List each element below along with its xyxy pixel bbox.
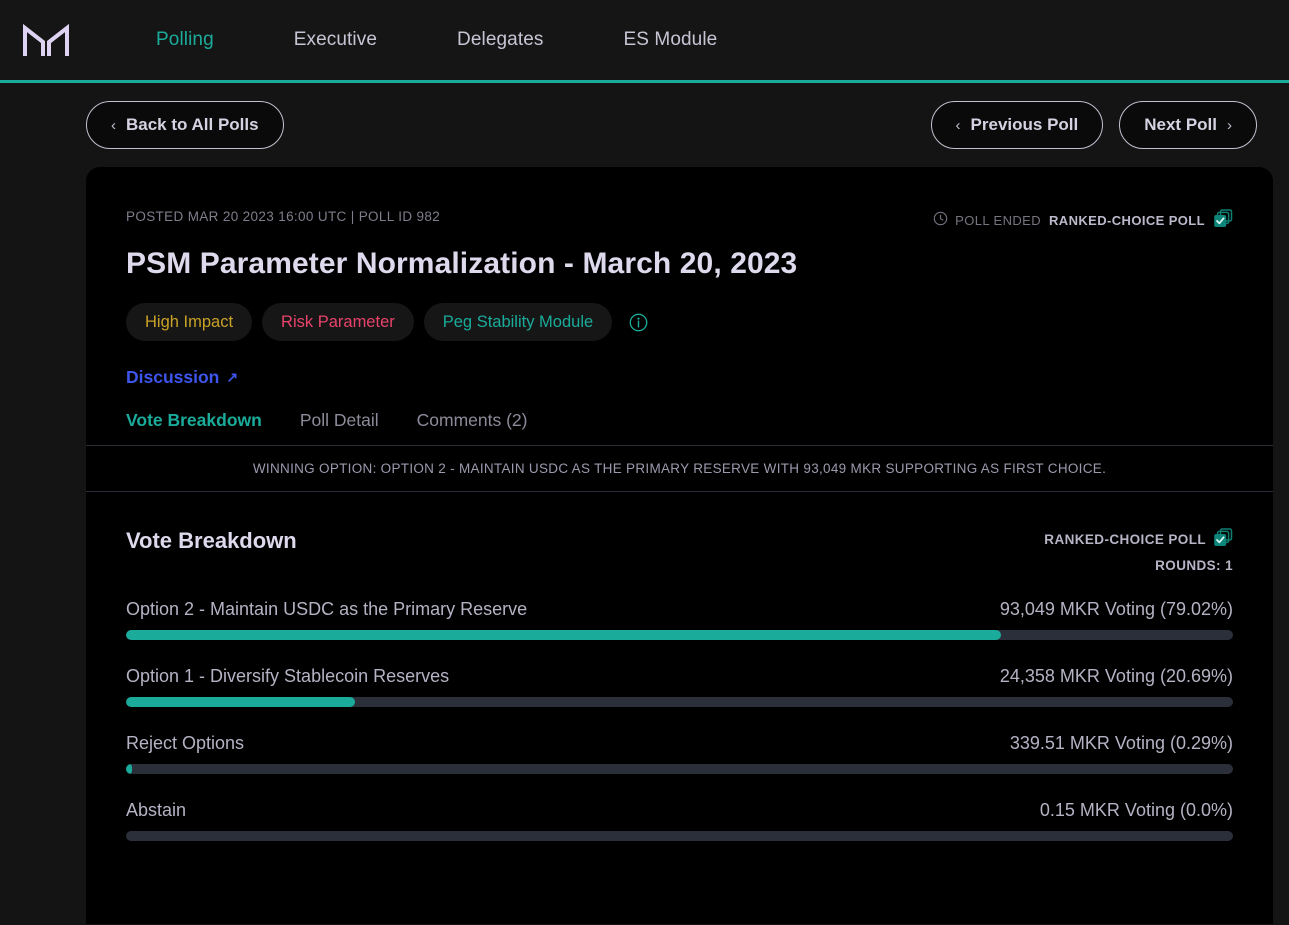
vote-option-labels: Reject Options 339.51 MKR Voting (0.29%) [126,733,1233,754]
vote-option-bar-track [126,630,1233,640]
maker-logo[interactable] [20,18,72,62]
vote-option-bar-track [126,697,1233,707]
previous-poll-button[interactable]: ‹ Previous Poll [931,101,1104,149]
poll-tag-high-impact[interactable]: High Impact [126,303,252,341]
vote-option-name: Reject Options [126,733,244,754]
poll-navigation-row: ‹ Back to All Polls ‹ Previous Poll Next… [0,83,1289,167]
winning-option-banner: WINNING OPTION: OPTION 2 - MAINTAIN USDC… [86,446,1273,492]
poll-posted-meta: POSTED MAR 20 2023 16:00 UTC | POLL ID 9… [126,209,440,224]
ranked-choice-poll-label: RANKED-CHOICE POLL [1044,532,1206,547]
vote-option-name: Option 2 - Maintain USDC as the Primary … [126,599,527,620]
vote-option-row: Reject Options 339.51 MKR Voting (0.29%) [126,733,1233,774]
poll-title: PSM Parameter Normalization - March 20, … [126,247,1233,281]
info-icon[interactable] [628,312,649,333]
chevron-right-icon: › [1227,117,1232,134]
vote-option-bar-fill [126,630,1001,640]
vote-breakdown-title: Vote Breakdown [126,528,297,554]
clock-icon [933,211,948,229]
vote-breakdown-meta: RANKED-CHOICE POLL ROUNDS: 1 [1044,528,1233,573]
back-to-all-polls-button[interactable]: ‹ Back to All Polls [86,101,284,149]
vote-option-name: Abstain [126,800,186,821]
ranked-choice-stacked-cards-icon [1213,528,1233,550]
discussion-link[interactable]: Discussion ↗ [126,367,238,388]
chevron-left-icon: ‹ [111,117,116,134]
poll-meta-row: POSTED MAR 20 2023 16:00 UTC | POLL ID 9… [126,209,1233,231]
poll-ended-label: POLL ENDED [955,213,1041,228]
vote-breakdown-type: RANKED-CHOICE POLL [1044,528,1233,550]
poll-tag-label: Peg Stability Module [443,313,593,332]
tab-poll-detail[interactable]: Poll Detail [300,410,379,445]
poll-tag-label: High Impact [145,313,233,332]
vote-option-bar-track [126,764,1233,774]
vote-option-bar-fill [126,764,132,774]
external-link-arrow-icon: ↗ [226,369,238,386]
poll-tag-risk-parameter[interactable]: Risk Parameter [262,303,414,341]
nav-link-polling[interactable]: Polling [116,29,254,51]
poll-header-section: POSTED MAR 20 2023 16:00 UTC | POLL ID 9… [86,167,1273,445]
vote-option-labels: Abstain 0.15 MKR Voting (0.0%) [126,800,1233,821]
vote-option-bar-fill [126,697,355,707]
discussion-label: Discussion [126,367,219,388]
vote-option-value: 339.51 MKR Voting (0.29%) [1010,733,1233,754]
vote-option-row: Option 1 - Diversify Stablecoin Reserves… [126,666,1233,707]
tab-comments[interactable]: Comments (2) [417,410,528,445]
poll-status-group: POLL ENDED RANKED-CHOICE POLL [933,209,1233,231]
vote-option-bar-track [126,831,1233,841]
poll-tag-list: High Impact Risk Parameter Peg Stability… [126,303,1233,341]
tab-vote-breakdown[interactable]: Vote Breakdown [126,410,262,445]
poll-ended-status: POLL ENDED [933,211,1041,229]
vote-option-labels: Option 1 - Diversify Stablecoin Reserves… [126,666,1233,687]
ranked-choice-poll-label: RANKED-CHOICE POLL [1049,213,1205,228]
vote-breakdown-header: Vote Breakdown RANKED-CHOICE POLL ROUNDS… [126,528,1233,573]
next-poll-label: Next Poll [1144,115,1217,135]
vote-option-row: Option 2 - Maintain USDC as the Primary … [126,599,1233,640]
poll-tabs: Vote Breakdown Poll Detail Comments (2) [126,410,1233,445]
poll-tag-label: Risk Parameter [281,313,395,332]
vote-breakdown-rounds: ROUNDS: 1 [1044,558,1233,573]
previous-poll-label: Previous Poll [971,115,1079,135]
vote-option-value: 24,358 MKR Voting (20.69%) [1000,666,1233,687]
poll-card: POSTED MAR 20 2023 16:00 UTC | POLL ID 9… [86,167,1273,924]
poll-tag-peg-stability-module[interactable]: Peg Stability Module [424,303,612,341]
vote-breakdown-section: Vote Breakdown RANKED-CHOICE POLL ROUNDS… [86,492,1273,841]
poll-pager: ‹ Previous Poll Next Poll › [931,101,1257,149]
vote-option-row: Abstain 0.15 MKR Voting (0.0%) [126,800,1233,841]
nav-links: Polling Executive Delegates ES Module [116,29,757,51]
back-to-all-polls-label: Back to All Polls [126,115,259,135]
vote-option-name: Option 1 - Diversify Stablecoin Reserves [126,666,449,687]
next-poll-button[interactable]: Next Poll › [1119,101,1257,149]
vote-option-value: 93,049 MKR Voting (79.02%) [1000,599,1233,620]
vote-option-labels: Option 2 - Maintain USDC as the Primary … [126,599,1233,620]
top-navigation-bar: Polling Executive Delegates ES Module [0,0,1289,83]
nav-link-delegates[interactable]: Delegates [417,29,583,51]
vote-option-value: 0.15 MKR Voting (0.0%) [1040,800,1233,821]
ranked-choice-stacked-cards-icon [1213,209,1233,231]
nav-link-executive[interactable]: Executive [254,29,417,51]
nav-link-es-module[interactable]: ES Module [584,29,758,51]
chevron-left-icon: ‹ [956,117,961,134]
